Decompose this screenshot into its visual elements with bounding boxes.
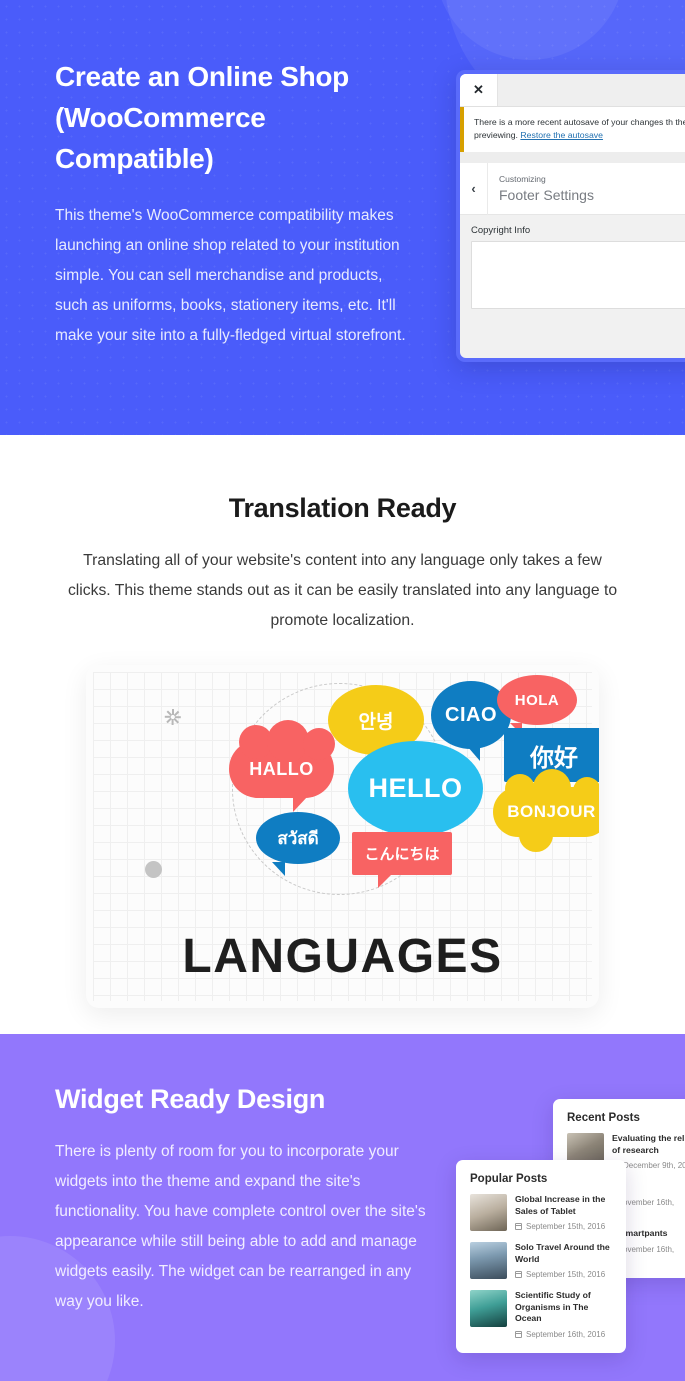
calendar-icon <box>515 1271 522 1278</box>
speech-bubble-german: HALLO <box>229 720 335 812</box>
wordpress-customizer-mockup: ✕ P There is a more recent autosave of y… <box>456 70 685 362</box>
speech-bubble-label: สวัสดี <box>277 828 319 848</box>
translation-heading-rest: Ready <box>369 493 457 523</box>
panel-title: Footer Settings <box>499 187 594 203</box>
cloud-puff <box>519 818 553 852</box>
cloud-puff <box>573 777 599 805</box>
translation-section: Translation Ready Translating all of you… <box>0 435 685 1034</box>
customizer-divider <box>460 152 685 163</box>
woocommerce-copy-block: Create an Online Shop (WooCommerce Compa… <box>55 56 415 351</box>
widget-copy-block: Widget Ready Design There is plenty of r… <box>55 1084 430 1317</box>
post-thumbnail <box>470 1242 507 1279</box>
post-title[interactable]: Solo Travel Around the World <box>515 1242 612 1265</box>
grey-dot-decoration <box>145 861 162 878</box>
speech-bubble-label: 안녕 <box>358 711 394 733</box>
translation-paragraph: Translating all of your website's conten… <box>67 552 618 629</box>
bubble-tail <box>272 862 285 876</box>
speech-bubble-label: こんにちは <box>364 846 440 863</box>
bubble-tail <box>293 796 308 812</box>
cloud-puff <box>303 728 335 760</box>
post-thumbnail <box>470 1290 507 1327</box>
speech-bubble-label: HELLO <box>368 773 463 803</box>
bubble-tail <box>378 874 392 888</box>
translation-heading: Translation Ready <box>0 435 685 524</box>
post-date-text: ovember 16th, <box>623 1244 675 1254</box>
speech-bubble-french: BONJOUR <box>493 769 599 852</box>
post-date: September 16th, 2016 <box>515 1329 612 1340</box>
speech-bubble-thai: สวัสดี <box>256 812 340 876</box>
customizer-topbar: ✕ P <box>460 74 685 107</box>
copyright-field-group: Copyright Info <box>460 215 685 309</box>
post-date-text: December 9th, 20 <box>623 1161 685 1170</box>
languages-illustration-card: 안녕 CIAO HOLA 你好 HALLO HELLO BONJOUR สวัส… <box>86 665 599 1008</box>
speech-bubble-japanese: こんにちは <box>352 832 452 888</box>
back-chevron-icon[interactable]: ‹ <box>460 162 488 215</box>
cloud-puff <box>505 774 535 804</box>
autosave-notice: There is a more recent autosave of your … <box>460 107 685 152</box>
popular-posts-widget: Popular Posts Global Increase in the Sal… <box>456 1160 626 1353</box>
speech-bubble-label: HALLO <box>249 758 314 779</box>
woocommerce-paragraph: This theme's WooCommerce compatibility m… <box>55 207 406 344</box>
customizing-label: Customizing <box>499 174 546 184</box>
post-title[interactable]: Scientific Study of Organisms in The Oce… <box>515 1290 612 1325</box>
woocommerce-heading: Create an Online Shop (WooCommerce Compa… <box>55 61 349 174</box>
post-date-text: September 15th, 2016 <box>526 1222 606 1231</box>
speech-bubble-spanish: HOLA <box>497 675 577 735</box>
post-date: September 15th, 2016 <box>515 1221 612 1232</box>
speech-bubble-label: HOLA <box>514 691 560 709</box>
speech-bubble-label: 你好 <box>530 744 578 772</box>
copyright-field-label: Copyright Info <box>471 225 531 236</box>
close-icon[interactable]: ✕ <box>460 74 498 106</box>
post-title[interactable]: Evaluating the relia validity of researc… <box>612 1133 685 1156</box>
post-date-text: September 16th, 2016 <box>526 1329 606 1339</box>
speech-bubble-label: BONJOUR <box>507 802 596 821</box>
popular-posts-title: Popular Posts <box>470 1173 548 1185</box>
woocommerce-section: Create an Online Shop (WooCommerce Compa… <box>0 0 685 435</box>
recent-posts-title: Recent Posts <box>567 1112 640 1124</box>
list-item[interactable]: Scientific Study of Organisms in The Oce… <box>470 1290 612 1340</box>
translation-heading-highlight: Translation <box>228 493 370 524</box>
calendar-icon <box>515 1223 522 1230</box>
calendar-icon <box>515 1330 522 1338</box>
list-item[interactable]: Solo Travel Around the World September 1… <box>470 1242 612 1280</box>
widget-heading: Widget Ready Design <box>55 1084 326 1114</box>
customizer-panel-header: ‹ Customizing Footer Settings <box>460 162 685 215</box>
panel-header-text: Customizing Footer Settings <box>488 173 594 204</box>
post-title[interactable]: Global Increase in the Sales of Tablet <box>515 1194 612 1217</box>
post-date: September 15th, 2016 <box>515 1269 612 1280</box>
post-date-text: ovember 16th, <box>623 1197 675 1207</box>
post-date-text: September 15th, 2016 <box>526 1270 606 1279</box>
widget-paragraph: There is plenty of room for you to incor… <box>55 1143 426 1310</box>
copyright-textarea[interactable] <box>471 241 685 309</box>
speech-bubble-label: CIAO <box>445 703 497 726</box>
languages-caption: LANGUAGES <box>182 930 503 983</box>
sparkle-icon <box>163 707 183 727</box>
speech-bubble-english: HELLO <box>348 741 483 856</box>
restore-autosave-link[interactable]: Restore the autosave <box>520 130 603 140</box>
post-thumbnail <box>470 1194 507 1231</box>
list-item[interactable]: Global Increase in the Sales of Tablet S… <box>470 1194 612 1232</box>
